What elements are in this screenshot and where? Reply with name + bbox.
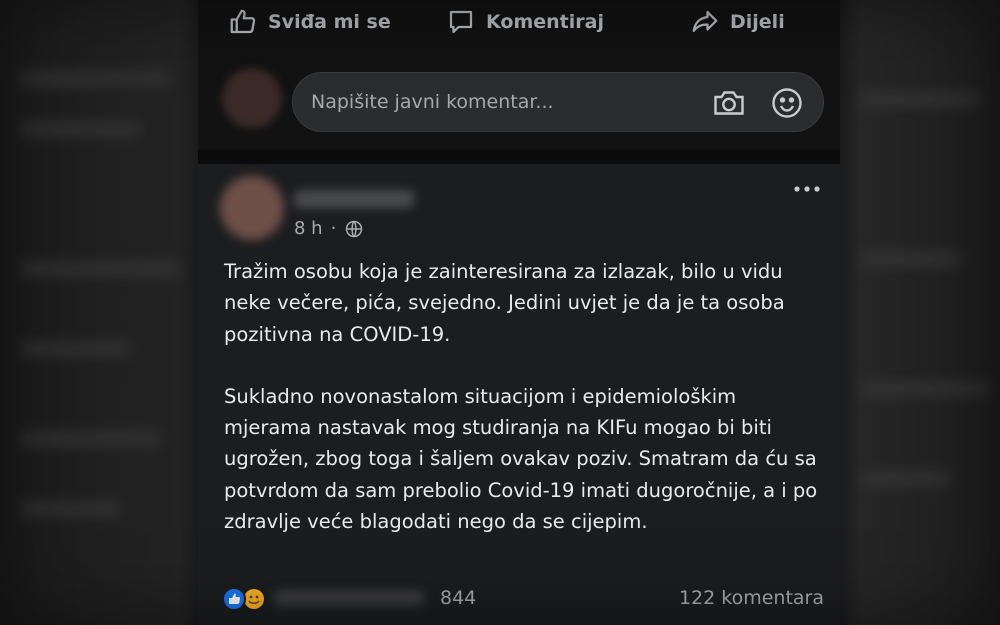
reactions-icon[interactable] bbox=[220, 586, 270, 612]
share-arrow-icon bbox=[692, 10, 718, 32]
author-name-blurred[interactable] bbox=[294, 190, 414, 208]
blurred-background-left bbox=[0, 0, 200, 625]
more-dots-icon[interactable] bbox=[792, 182, 822, 196]
speech-bubble-icon bbox=[449, 10, 473, 34]
avatar bbox=[222, 68, 282, 128]
post-action-bar: Sviđa mi se Komentiraj Dijeli bbox=[198, 0, 840, 46]
share-button[interactable]: Dijeli bbox=[690, 6, 785, 38]
post-meta: 8 h · bbox=[294, 218, 364, 239]
post-paragraph-1: Tražim osobu koja je zainteresirana za i… bbox=[224, 260, 785, 346]
camera-icon[interactable] bbox=[711, 85, 747, 121]
comment-label: Komentiraj bbox=[486, 11, 604, 33]
globe-icon bbox=[346, 220, 363, 237]
post-card: 8 h · Tražim osobu koja je zainteresiran… bbox=[198, 164, 840, 625]
post-footer: 844 122 komentara bbox=[220, 582, 824, 614]
feed-divider bbox=[198, 150, 840, 164]
reactors-names-blurred[interactable] bbox=[274, 590, 424, 606]
like-button[interactable]: Sviđa mi se bbox=[228, 6, 391, 38]
post-body: Tražim osobu koja je zainteresirana za i… bbox=[224, 256, 824, 537]
comment-button[interactable]: Komentiraj bbox=[446, 6, 604, 38]
thumbs-up-icon bbox=[230, 9, 256, 34]
comment-count[interactable]: 122 komentara bbox=[679, 587, 824, 609]
smiley-icon[interactable] bbox=[769, 85, 805, 121]
post-time[interactable]: 8 h bbox=[294, 218, 323, 239]
post-paragraph-2: Sukladno novonastalom situacijom i epide… bbox=[224, 384, 818, 534]
write-comment-row: Napišite javni komentar... bbox=[198, 60, 840, 150]
share-label: Dijeli bbox=[730, 11, 785, 33]
like-label: Sviđa mi se bbox=[268, 11, 391, 33]
screen: Sviđa mi se Komentiraj Dijeli Napišite j… bbox=[0, 0, 1000, 625]
comment-placeholder: Napišite javni komentar... bbox=[311, 91, 554, 113]
blurred-background-right bbox=[840, 0, 1000, 625]
meta-separator: · bbox=[330, 218, 337, 239]
comment-input[interactable]: Napišite javni komentar... bbox=[292, 72, 824, 132]
facebook-feed: Sviđa mi se Komentiraj Dijeli Napišite j… bbox=[198, 0, 840, 625]
author-avatar[interactable] bbox=[220, 176, 284, 240]
reaction-count[interactable]: 844 bbox=[440, 587, 476, 609]
